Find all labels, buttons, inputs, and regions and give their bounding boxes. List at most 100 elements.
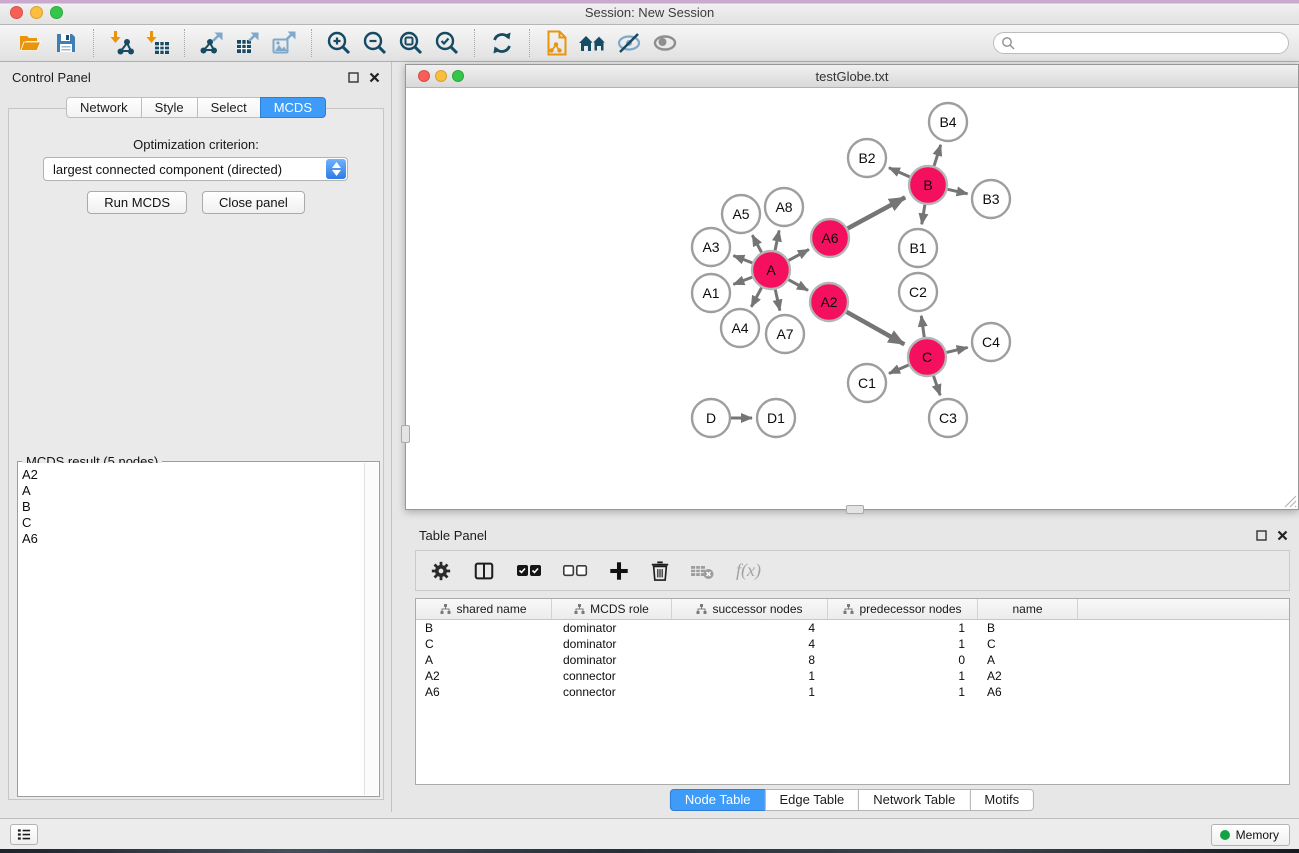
column-header-shared-name[interactable]: shared name [416,599,552,619]
graph-node-B[interactable]: B [909,166,947,204]
hide-details-button[interactable] [611,28,647,58]
network-from-file-button[interactable] [539,28,575,58]
graph-edge-B-B1[interactable] [922,205,925,225]
tab-select[interactable]: Select [197,97,261,118]
export-table-button[interactable] [230,28,266,58]
cell-predecessor-nodes[interactable]: 0 [828,653,978,667]
cell-name[interactable]: B [978,621,1078,635]
graph-node-D[interactable]: D [692,399,730,437]
memory-button[interactable]: Memory [1211,824,1290,846]
graph-edge-A-A8[interactable] [775,231,779,251]
graph-node-A2[interactable]: A2 [810,283,848,321]
column-header-mcds-role[interactable]: MCDS role [552,599,672,619]
graph-node-A4[interactable]: A4 [721,309,759,347]
graph-node-B4[interactable]: B4 [929,103,967,141]
graph-node-D1[interactable]: D1 [757,399,795,437]
minimize-view-button[interactable] [435,70,447,82]
tab-motifs[interactable]: Motifs [969,789,1034,811]
cell-shared-name[interactable]: A [416,653,552,667]
deselect-all-button[interactable] [562,557,588,585]
cell-mcds-role[interactable]: dominator [552,653,672,667]
graph-node-B3[interactable]: B3 [972,180,1010,218]
cell-successor-nodes[interactable]: 8 [672,653,828,667]
cell-shared-name[interactable]: A6 [416,685,552,699]
table-row[interactable]: B dominator 4 1 B [416,620,1289,636]
cell-name[interactable]: A [978,653,1078,667]
create-column-button[interactable] [608,557,630,585]
tab-node-table[interactable]: Node Table [670,789,766,811]
column-header-predecessor-nodes[interactable]: predecessor nodes [828,599,978,619]
tab-network-table[interactable]: Network Table [858,789,970,811]
cell-mcds-role[interactable]: connector [552,685,672,699]
select-all-button[interactable] [516,557,542,585]
result-list-scrollbar[interactable] [364,463,378,795]
zoom-window-button[interactable] [50,6,63,19]
zoom-out-button[interactable] [357,28,393,58]
close-window-button[interactable] [10,6,23,19]
cell-predecessor-nodes[interactable]: 1 [828,637,978,651]
cell-mcds-role[interactable]: connector [552,669,672,683]
graph-edge-A-A2[interactable] [789,280,808,291]
graph-edge-A-A1[interactable] [733,277,752,284]
table-settings-button[interactable] [430,557,452,585]
cell-successor-nodes[interactable]: 1 [672,669,828,683]
column-header-name[interactable]: name [978,599,1078,619]
export-image-button[interactable] [266,28,302,58]
graph-edge-B-B4[interactable] [934,145,941,166]
graph-node-C2[interactable]: C2 [899,273,937,311]
table-row[interactable]: A2 connector 1 1 A2 [416,668,1289,684]
list-item[interactable]: B [22,499,364,515]
cell-successor-nodes[interactable]: 1 [672,685,828,699]
resize-grip-icon[interactable] [1284,495,1297,508]
graph-node-C4[interactable]: C4 [972,323,1010,361]
graph-node-C1[interactable]: C1 [848,364,886,402]
network-graph[interactable]: B4B2BB3A8A5A6A3B1AA1C2A2A4A7C4CC1C3DD1 [406,89,1298,509]
graph-edge-C-C1[interactable] [889,365,909,374]
graph-edge-B-B3[interactable] [948,189,968,193]
graph-node-B1[interactable]: B1 [899,229,937,267]
cell-name[interactable]: A2 [978,669,1078,683]
close-table-panel-button[interactable] [1276,529,1289,542]
zoom-view-button[interactable] [452,70,464,82]
graph-edge-B-B2[interactable] [889,168,910,177]
table-row[interactable]: A6 connector 1 1 A6 [416,684,1289,700]
graph-edge-A6-B[interactable] [848,197,906,228]
delete-column-button[interactable] [650,557,670,585]
cell-predecessor-nodes[interactable]: 1 [828,685,978,699]
list-item[interactable]: A6 [22,531,364,547]
tab-style[interactable]: Style [141,97,198,118]
graph-edge-A-A6[interactable] [789,249,809,260]
cell-shared-name[interactable]: B [416,621,552,635]
show-details-button[interactable] [647,28,683,58]
graph-edge-A-A4[interactable] [751,288,761,307]
float-panel-button[interactable] [347,71,360,84]
cell-mcds-role[interactable]: dominator [552,621,672,635]
cell-predecessor-nodes[interactable]: 1 [828,621,978,635]
tab-network[interactable]: Network [66,97,142,118]
save-session-button[interactable] [48,28,84,58]
graph-edge-A-A7[interactable] [775,290,780,311]
graph-node-B2[interactable]: B2 [848,139,886,177]
table-row[interactable]: C dominator 4 1 C [416,636,1289,652]
graph-node-A6[interactable]: A6 [811,219,849,257]
graph-edge-C-C3[interactable] [934,376,941,395]
delete-table-button[interactable] [690,557,716,585]
graph-node-A3[interactable]: A3 [692,228,730,266]
import-table-button[interactable] [139,28,175,58]
close-panel-button-inline[interactable]: Close panel [202,191,305,214]
open-file-button[interactable] [12,28,48,58]
cell-successor-nodes[interactable]: 4 [672,637,828,651]
export-network-button[interactable] [194,28,230,58]
network-canvas[interactable]: B4B2BB3A8A5A6A3B1AA1C2A2A4A7C4CC1C3DD1 [406,89,1298,509]
graph-node-A7[interactable]: A7 [766,315,804,353]
graph-edge-A2-C[interactable] [846,312,904,344]
graph-node-C3[interactable]: C3 [929,399,967,437]
splitter-grip-left[interactable] [401,425,410,443]
graph-edge-A-A5[interactable] [752,235,761,252]
cell-successor-nodes[interactable]: 4 [672,621,828,635]
graph-edge-A-A3[interactable] [733,256,752,263]
function-builder-button[interactable]: f(x) [736,557,761,585]
close-view-button[interactable] [418,70,430,82]
search-field[interactable] [993,32,1289,54]
graph-edge-C-C4[interactable] [946,347,967,352]
